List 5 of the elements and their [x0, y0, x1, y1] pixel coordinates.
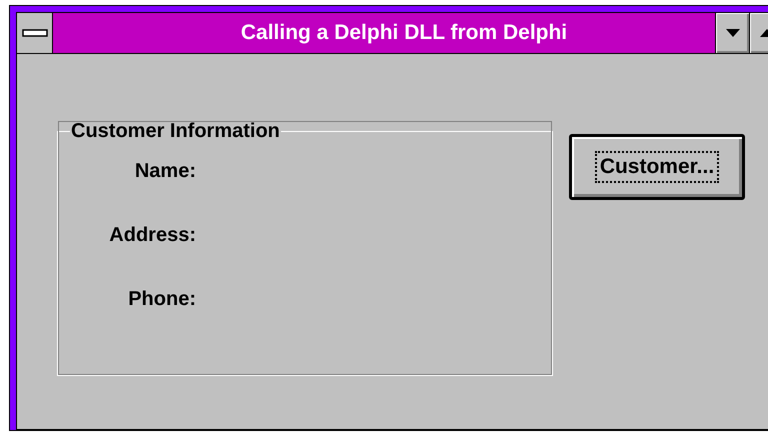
customer-button[interactable]: Customer... [569, 134, 745, 200]
field-label: Phone: [127, 287, 196, 312]
field-label: Name: [134, 159, 196, 184]
field-label: Address: [108, 223, 196, 248]
window-title: Calling a Delphi DLL from Delphi [240, 20, 568, 46]
